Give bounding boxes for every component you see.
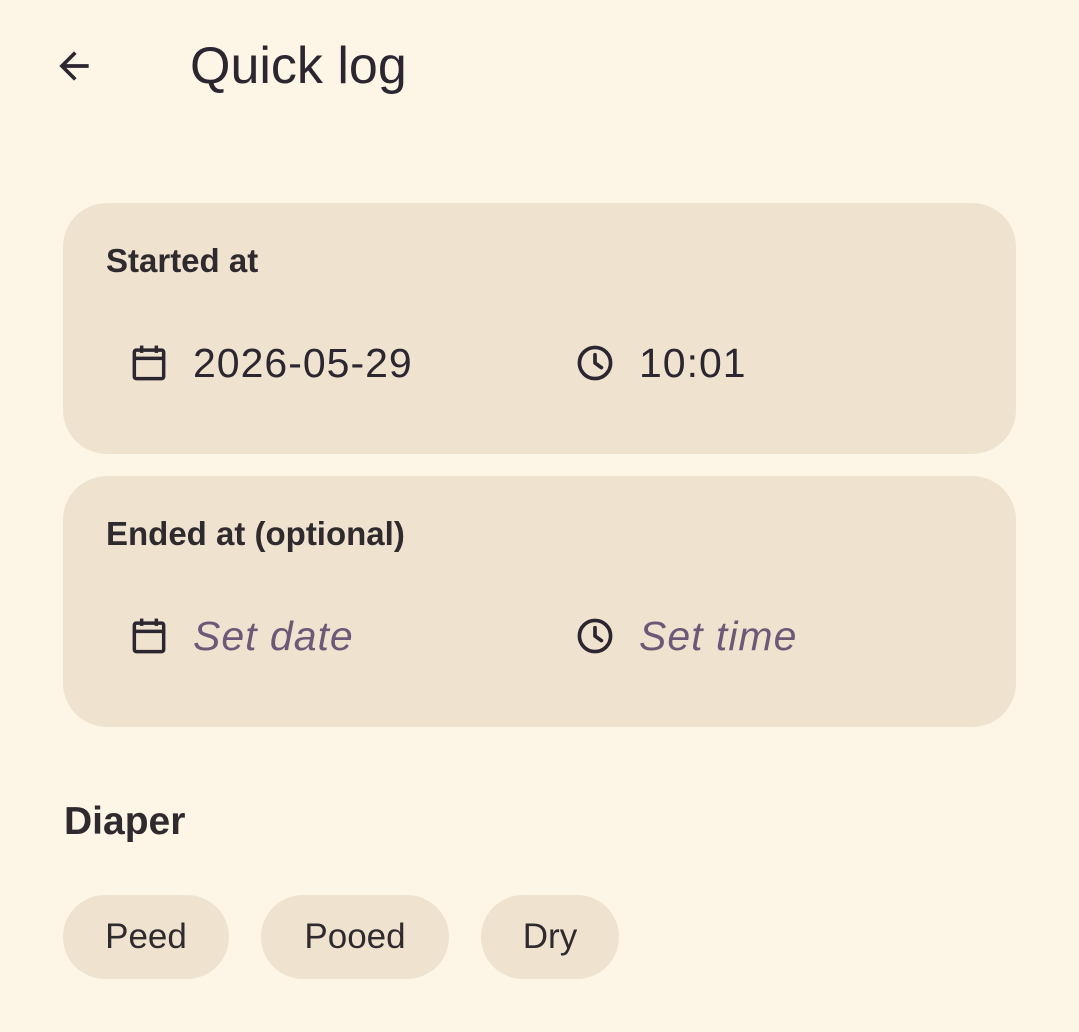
arrow-back-icon (59, 51, 89, 81)
clock-icon (571, 612, 619, 660)
ended-date-picker[interactable]: Set date (125, 604, 354, 668)
top-app-bar: Quick log (0, 0, 1079, 134)
started-time-picker[interactable]: 10:01 (571, 331, 747, 395)
ended-at-title: Ended at (optional) (106, 515, 405, 552)
started-date-value: 2026-05-29 (193, 340, 413, 386)
calendar-icon (125, 612, 173, 660)
calendar-icon (125, 339, 173, 387)
started-time-value: 10:01 (639, 340, 747, 386)
diaper-chip-pooed[interactable]: Pooed (261, 895, 449, 979)
diaper-chip-dry[interactable]: Dry (481, 895, 619, 979)
started-at-title: Started at (106, 242, 259, 279)
back-button[interactable] (36, 28, 112, 104)
diaper-section-title: Diaper (64, 800, 186, 843)
ended-time-placeholder: Set time (639, 613, 798, 659)
started-at-card: Started at 2026-05-29 10:01 (63, 203, 1016, 454)
diaper-chip-peed[interactable]: Peed (63, 895, 229, 979)
ended-at-card: Ended at (optional) Set date Set time (63, 476, 1016, 727)
clock-icon (571, 339, 619, 387)
page-title: Quick log (190, 37, 407, 95)
started-date-picker[interactable]: 2026-05-29 (125, 331, 413, 395)
ended-time-picker[interactable]: Set time (571, 604, 797, 668)
ended-date-placeholder: Set date (193, 613, 354, 659)
